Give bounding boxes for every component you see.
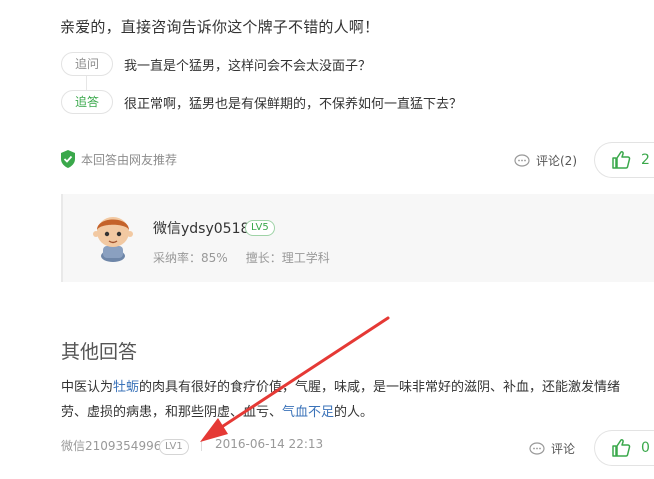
comment-bubble-icon [514, 153, 530, 167]
answerer-card [61, 194, 654, 282]
followup-reply-tag: 追答 [61, 90, 113, 114]
adoption-rate: 采纳率：85% [153, 251, 228, 265]
text-segment: 劳、虚损的病患，和那些阴虚、血亏、 [61, 405, 283, 420]
shield-check-icon [61, 150, 75, 168]
other-answer-date: 2016-06-14 22:13 [215, 437, 324, 451]
keyword-link[interactable]: 牡蛎 [113, 380, 139, 395]
comment-button[interactable]: 评论(2) [514, 152, 577, 169]
other-answer-user[interactable]: 微信2109354996 [61, 437, 161, 454]
like-button[interactable]: 0 [594, 430, 654, 466]
comment-label: 评论 [551, 442, 576, 456]
recommend-label: 本回答由网友推荐 [81, 152, 178, 167]
text-segment: 的人。 [334, 405, 374, 420]
other-answer-text: 中医认为牡蛎的肉具有很好的食疗价值，气腥，味咸，是一味非常好的滋阴、补血，还能激… [61, 375, 654, 425]
like-count: 0 [641, 440, 650, 456]
like-count: 2 [641, 152, 650, 168]
meta-divider [201, 441, 202, 451]
answer-text: 亲爱的，直接咨询告诉你这个牌子不错的人啊！ [60, 18, 380, 36]
recommend-notice: 本回答由网友推荐 [60, 149, 177, 169]
followup-ask-tag: 追问 [61, 52, 113, 76]
followup-reply-text: 很正常啊，猛男也是有保鲜期的，不保养如何一直猛下去？ [124, 97, 463, 112]
text-segment: 的肉具有很好的食疗价值，气腥，味咸，是一味非常好的滋阴、补血，还能激发情绪 [139, 380, 621, 395]
answerer-stats: 采纳率：85% 擅长：理工学科 [153, 249, 330, 266]
thumbs-up-icon [612, 439, 631, 457]
level-badge: LV5 [245, 220, 275, 236]
comment-label: 评论(2) [536, 154, 577, 168]
level-badge: LV1 [159, 439, 189, 455]
followup-connector [86, 76, 87, 90]
other-answers-title: 其他回答 [61, 341, 138, 363]
expertise: 擅长：理工学科 [245, 251, 330, 265]
answerer-name[interactable]: 微信ydsy0518 [153, 218, 249, 238]
text-segment: 中医认为 [61, 380, 114, 395]
comment-bubble-icon [529, 441, 545, 455]
avatar[interactable] [88, 210, 138, 262]
comment-button[interactable]: 评论 [529, 440, 575, 457]
followup-ask-text: 我一直是个猛男，这样问会不会太没面子？ [124, 59, 372, 74]
keyword-link[interactable]: 气血不足 [282, 405, 334, 420]
thumbs-up-icon [612, 151, 631, 169]
like-button[interactable]: 2 [594, 142, 654, 178]
